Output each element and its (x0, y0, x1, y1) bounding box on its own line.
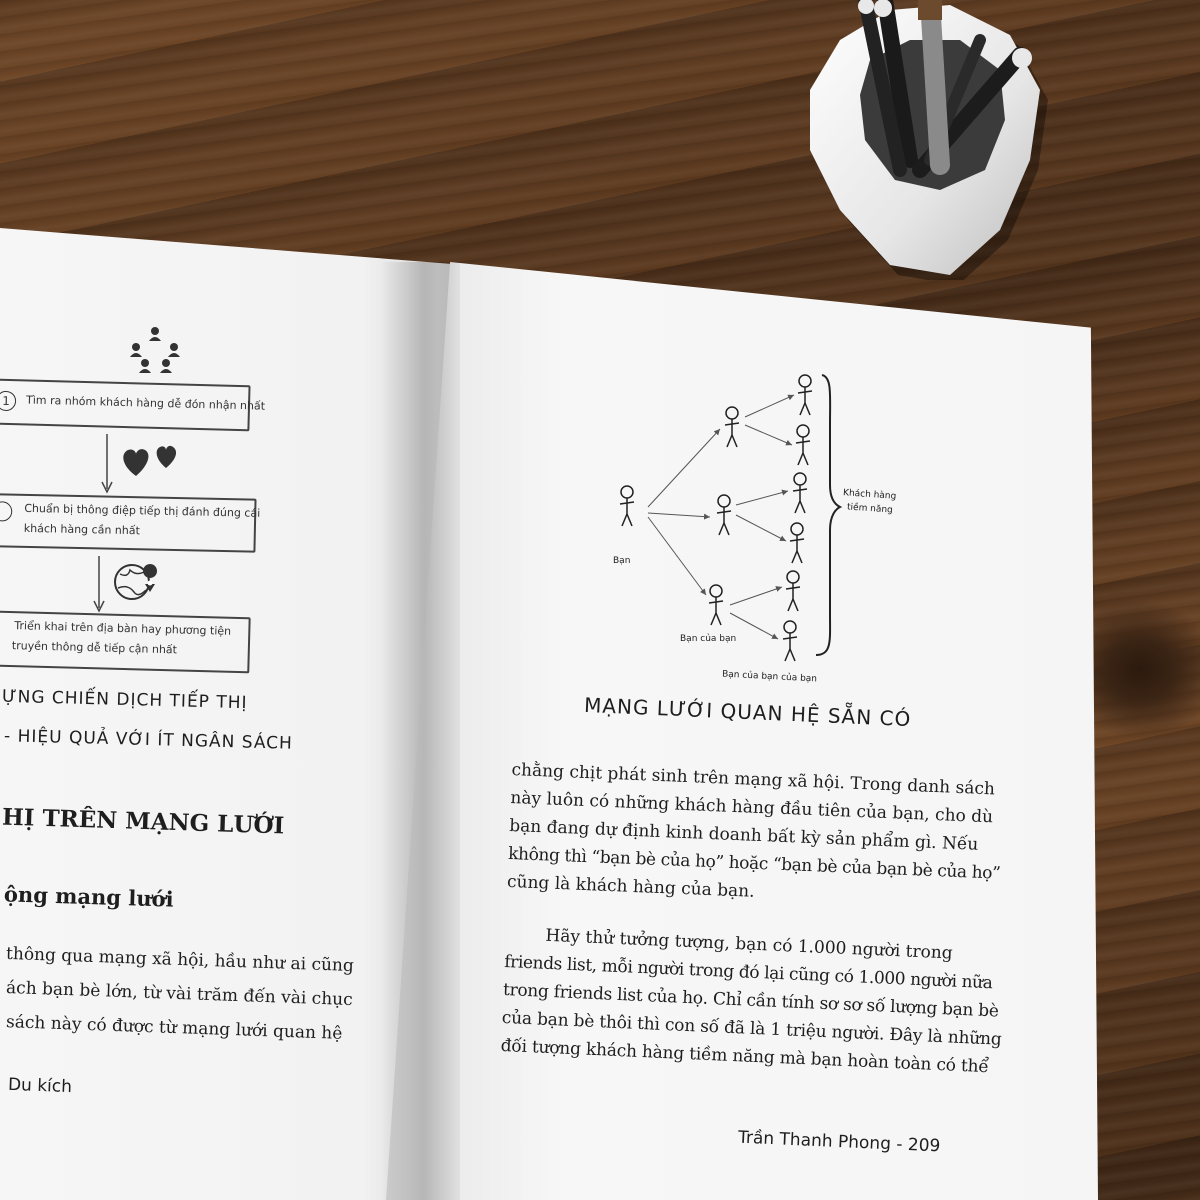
flow-step-1: 1 Tìm ra nhóm khách hàng dễ đón nhận nhấ… (0, 378, 265, 432)
people-network-icon (130, 327, 180, 373)
person-friend (708, 584, 724, 626)
flow-step-text-line1: Chuẩn bị thông điệp tiếp thị đánh đúng c… (24, 501, 261, 520)
step-number (0, 501, 13, 522)
flow-step-text-line2: truyền thông dễ tiếp cận nhất (11, 639, 178, 657)
network-diagram (619, 374, 843, 662)
flow-step-text-line2: khách hàng cần nhất (23, 521, 140, 538)
right-paragraph-2: Hãy thử tưởng tượng, bạn có 1.000 người … (500, 924, 1006, 1086)
person-friend-of-friend (782, 620, 798, 662)
person-friend-of-friend (797, 374, 813, 416)
person-you (619, 485, 635, 527)
label-friends: Bạn của bạn (680, 634, 737, 644)
down-arrow-icon (101, 434, 113, 494)
step-number: 1 (0, 390, 17, 412)
flow-step-text: Tìm ra nhóm khách hàng dễ đón nhận nhất (25, 393, 266, 413)
person-friend-of-friend (785, 570, 801, 612)
left-subsection-title: ộng mạng lưới (3, 881, 174, 912)
person-friend (724, 406, 740, 448)
right-paragraph-1: chằng chịt phát sinh trên mạng xã hội. T… (506, 760, 1004, 920)
flow-step-3: Triển khai trên địa bàn hay phương tiện … (0, 610, 251, 674)
book-spine (380, 262, 460, 1200)
person-friend (716, 494, 732, 536)
label-you: Bạn (613, 556, 631, 566)
hearts-icon (123, 445, 177, 476)
flow-step-2: Chuẩn bị thông điệp tiếp thị đánh đúng c… (0, 493, 261, 553)
person-friend-of-friend (792, 472, 808, 514)
globe-location-icon (114, 564, 158, 600)
flow-step-text-line1: Triển khai trên địa bàn hay phương tiện (14, 619, 232, 638)
person-friend-of-friend (795, 424, 811, 466)
person-friend-of-friend (789, 522, 805, 564)
left-page-footer: Du kích (7, 1074, 73, 1098)
down-arrow-icon (93, 556, 105, 613)
pencil-holder (810, 0, 1048, 280)
